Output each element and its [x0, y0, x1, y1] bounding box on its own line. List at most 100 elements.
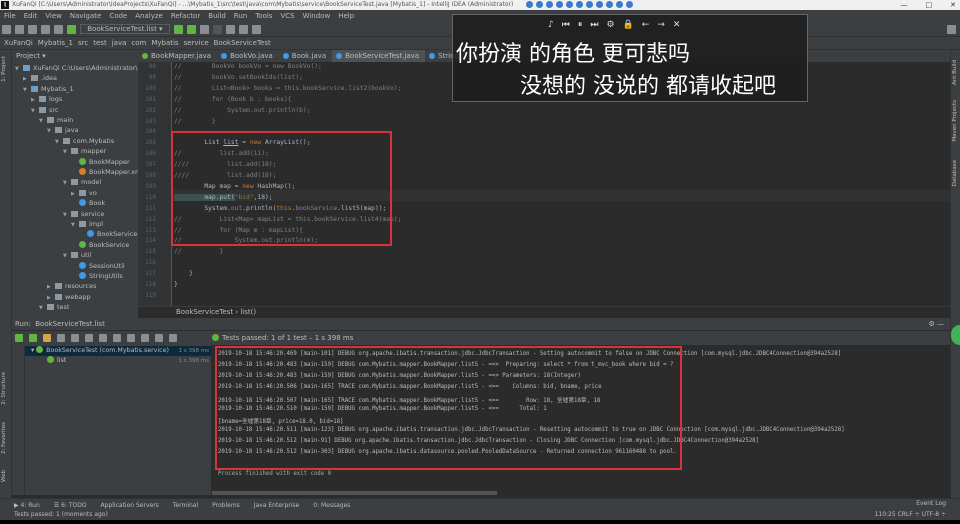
search-icon[interactable]	[947, 25, 956, 34]
expanded-arrow-icon[interactable]: ▼	[23, 85, 31, 95]
settings-icon[interactable]: ⚙	[606, 20, 614, 30]
tree-item[interactable]: ▼ test	[39, 302, 69, 313]
tree-item[interactable]: ▼ com.Mybatis	[55, 136, 114, 147]
floating-green-button[interactable]	[951, 325, 960, 345]
settings-gear-icon[interactable]: ⚙ —	[928, 318, 944, 330]
back-icon[interactable]	[41, 25, 50, 34]
music-icon[interactable]: ♪	[548, 20, 554, 30]
open-icon[interactable]	[2, 25, 11, 34]
tree-item[interactable]: ▶ resources	[47, 281, 97, 292]
expanded-arrow-icon[interactable]: ▼	[15, 64, 23, 74]
menu-refactor[interactable]: Refactor	[171, 12, 200, 20]
rerun-icon[interactable]	[15, 334, 23, 342]
expanded-arrow-icon[interactable]: ▼	[47, 126, 55, 136]
expanded-arrow-icon[interactable]: ▼	[31, 106, 39, 116]
tree-item[interactable]: ▶ .idea	[23, 73, 57, 84]
tree-item[interactable]: ▼ model	[63, 177, 101, 188]
next-icon[interactable]: ⏭	[590, 20, 598, 30]
nav-crumb[interactable]: service	[184, 39, 209, 47]
menu-code[interactable]: Code	[109, 12, 127, 20]
maven-projects-tab[interactable]: Maven Projects	[952, 100, 958, 142]
sync-icon[interactable]	[28, 25, 37, 34]
lock-icon[interactable]: 🔒	[623, 20, 634, 30]
previous-icon[interactable]: ⏮	[562, 20, 570, 30]
nav-crumb[interactable]: java	[112, 39, 127, 47]
tree-item[interactable]: Book	[71, 198, 105, 208]
zoom-icon[interactable]	[155, 334, 163, 342]
nav-crumb[interactable]: XuFanQi	[4, 39, 33, 47]
tree-item[interactable]: ▶ vo	[71, 188, 97, 199]
project-view-select[interactable]: Project ▾	[16, 52, 46, 60]
menu-file[interactable]: File	[4, 12, 16, 20]
save-icon[interactable]	[15, 25, 24, 34]
tree-item[interactable]: ▼ Mybatis_1	[23, 84, 74, 95]
tree-item[interactable]: BookService	[71, 240, 129, 250]
sort-duration-icon[interactable]	[71, 334, 79, 342]
tab-bookvo-java[interactable]: BookVo.java	[217, 50, 279, 62]
stop-icon[interactable]	[212, 25, 222, 34]
nav-crumb[interactable]: com	[131, 39, 146, 47]
settings-icon[interactable]	[225, 25, 235, 34]
next-icon[interactable]	[127, 334, 135, 342]
expand-all-icon[interactable]	[85, 334, 93, 342]
test-row[interactable]: list 1 s 398 ms	[25, 356, 211, 366]
tree-item[interactable]: BookMapper.xml	[71, 167, 138, 177]
breadcrumb-method[interactable]: list()	[240, 308, 256, 316]
expanded-arrow-icon[interactable]: ▼	[63, 147, 71, 157]
show-passed-icon[interactable]	[29, 334, 37, 342]
export-icon[interactable]	[141, 334, 149, 342]
tree-item[interactable]: StringUtils	[71, 271, 123, 281]
tree-item[interactable]: ▼ mapper	[63, 146, 106, 157]
menu-run[interactable]: Run	[234, 12, 247, 20]
run-icon[interactable]	[173, 25, 183, 34]
build-icon[interactable]	[67, 25, 76, 34]
nav-crumb[interactable]: src	[78, 39, 88, 47]
expanded-arrow-icon[interactable]: ▼	[63, 251, 71, 261]
menu-window[interactable]: Window	[303, 12, 331, 20]
tree-item[interactable]: BookServiceImpl	[79, 229, 138, 239]
tab-bookmapper-java[interactable]: BookMapper.java	[138, 50, 217, 62]
tree-item[interactable]: ▶ logs	[31, 94, 62, 105]
tree-item[interactable]: ▼ src	[31, 105, 59, 116]
event-log-tab[interactable]: Event Log	[916, 498, 946, 510]
ant-build-tab[interactable]: Ant Build	[952, 60, 958, 85]
web-tool-tab[interactable]: Web	[1, 470, 7, 482]
settings-icon[interactable]	[169, 334, 177, 342]
structure-icon[interactable]	[238, 25, 248, 34]
coverage-icon[interactable]	[199, 25, 209, 34]
tree-item[interactable]: ▼ main	[39, 115, 73, 126]
minimize-button[interactable]: —	[901, 1, 908, 9]
tree-item[interactable]: ▶ webapp	[47, 292, 91, 303]
breadcrumb-class[interactable]: BookServiceTest	[176, 308, 233, 316]
nav-crumb[interactable]: Mybatis_1	[38, 39, 73, 47]
back-icon[interactable]: ←	[642, 20, 650, 30]
status-info[interactable]: 110:25 CRLF ÷ UTF-8 ÷	[875, 510, 946, 520]
menu-build[interactable]: Build	[208, 12, 226, 20]
console-horizontal-scrollbar[interactable]	[212, 491, 497, 495]
nav-crumb[interactable]: test	[93, 39, 106, 47]
structure-tool-tab[interactable]: 2: Structure	[1, 372, 7, 405]
nav-crumb[interactable]: Mybatis	[151, 39, 178, 47]
debug-icon[interactable]	[186, 25, 196, 34]
bottom-tab[interactable]: ▶ 4: Run	[14, 502, 40, 509]
forward-icon[interactable]	[54, 25, 63, 34]
bottom-tab[interactable]: Problems	[212, 502, 240, 509]
close-button[interactable]: ✕	[950, 1, 956, 9]
tree-item[interactable]: ▼ impl	[71, 219, 103, 230]
pause-icon[interactable]: ⏸	[578, 20, 583, 30]
run-config-tab[interactable]: BookServiceTest.list	[35, 320, 105, 328]
expanded-arrow-icon[interactable]: ▼	[39, 116, 47, 126]
tree-item[interactable]: SessionUtil	[71, 261, 125, 271]
tab-book-java[interactable]: Book.java	[279, 50, 332, 62]
prev-icon[interactable]	[113, 334, 121, 342]
menu-navigate[interactable]: Navigate	[70, 12, 101, 20]
show-ignored-icon[interactable]	[43, 334, 51, 342]
expanded-arrow-icon[interactable]: ▼	[39, 303, 47, 313]
bottom-tab[interactable]: ☰ 6: TODO	[54, 502, 87, 509]
menu-view[interactable]: View	[45, 12, 62, 20]
bottom-tab[interactable]: Application Servers	[101, 502, 159, 509]
sort-alpha-icon[interactable]	[57, 334, 65, 342]
expanded-arrow-icon[interactable]: ▼	[55, 137, 63, 147]
run-config-select[interactable]: BookServiceTest.list ▾	[80, 24, 170, 34]
maximize-button[interactable]: □	[926, 1, 933, 9]
